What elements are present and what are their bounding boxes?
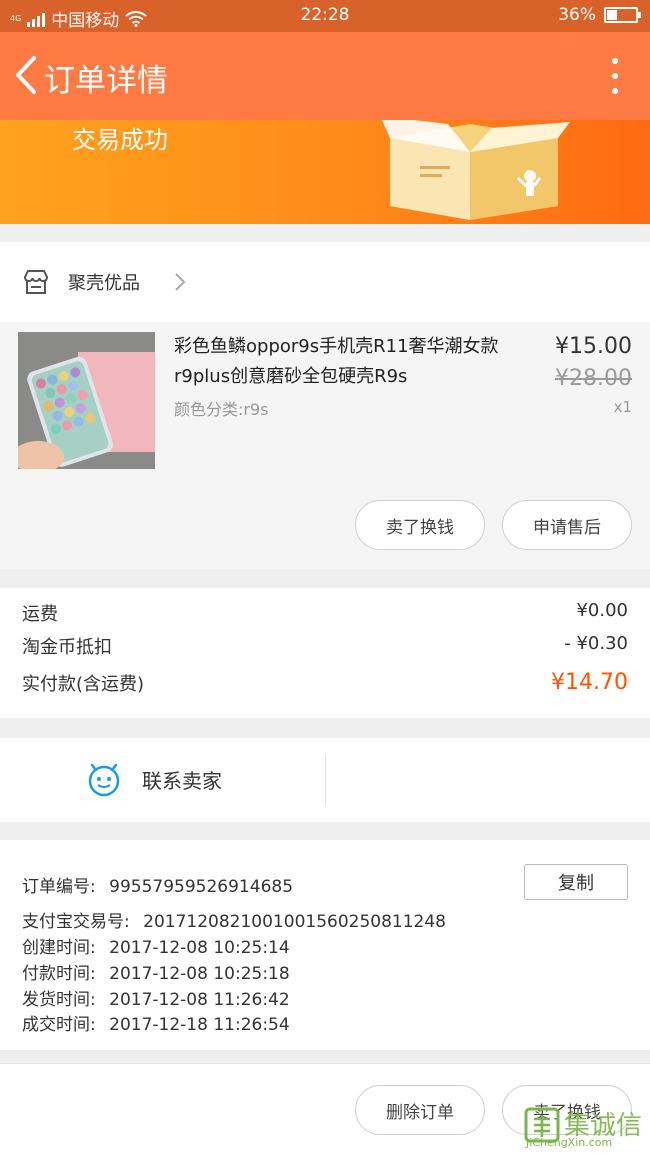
shop-header[interactable]: 聚壳优品	[0, 242, 650, 322]
shipping-fee-row: 运费 ¥0.00	[22, 600, 628, 626]
back-chevron-icon[interactable]	[8, 50, 48, 100]
shipping-fee-value: ¥0.00	[576, 600, 628, 621]
order-item[interactable]: 彩色鱼鳞oppor9s手机壳R11奢华潮女款r9plus创意磨砂全包硬壳R9s …	[0, 322, 650, 569]
alipay-trade-label: 支付宝交易号:	[22, 912, 130, 932]
coin-discount-row: 淘金币抵扣 - ¥0.30	[22, 633, 628, 659]
alipay-trade-value: 2017120821001001560250811248	[143, 912, 446, 932]
order-status-banner: 交易成功	[0, 120, 650, 224]
battery-fill	[607, 10, 618, 20]
total-paid-label: 实付款(含运费)	[22, 674, 145, 695]
site-watermark: 集诚信 JiChengXin.com	[524, 1105, 646, 1149]
contact-seller-button[interactable]: 联系卖家	[142, 765, 222, 794]
total-paid-value: ¥14.70	[551, 670, 628, 695]
coin-discount-value: - ¥0.30	[564, 633, 628, 654]
chat-face-icon[interactable]	[86, 761, 122, 797]
contact-bar: 联系卖家	[0, 738, 650, 822]
payment-summary: 运费 ¥0.00 淘金币抵扣 - ¥0.30 实付款(含运费) ¥14.70	[0, 588, 650, 718]
total-paid-row: 实付款(含运费) ¥14.70	[22, 670, 628, 696]
store-icon	[23, 270, 49, 294]
completed-time-line: 成交时间: 2017-12-18 11:26:54	[22, 1010, 290, 1035]
order-number-value: 99557959526914685	[109, 877, 294, 897]
order-status-text: 交易成功	[72, 126, 168, 154]
shipped-time-value: 2017-12-08 11:26:42	[109, 990, 290, 1010]
status-bar: 4G 中国移动 22:28 36%	[0, 0, 650, 32]
page-title: 订单详情	[44, 63, 168, 99]
shop-name[interactable]: 聚壳优品	[68, 269, 140, 295]
shipped-time-line: 发货时间: 2017-12-08 11:26:42	[22, 985, 290, 1010]
resell-button[interactable]: 卖了换钱	[355, 500, 485, 550]
order-info: 订单编号: 99557959526914685 复制 支付宝交易号: 20171…	[0, 840, 650, 1050]
product-thumbnail[interactable]	[18, 332, 155, 469]
clock: 22:28	[300, 5, 350, 25]
package-box-icon	[381, 120, 570, 220]
shipping-fee-label: 运费	[22, 604, 58, 625]
product-quantity: x1	[613, 398, 632, 416]
created-time-label: 创建时间:	[22, 938, 96, 958]
divider	[325, 756, 326, 804]
created-time-line: 创建时间: 2017-12-08 10:25:14	[22, 933, 290, 958]
product-spec: 颜色分类:r9s	[174, 400, 269, 419]
paid-time-value: 2017-12-08 10:25:18	[109, 964, 290, 984]
created-time-value: 2017-12-08 10:25:14	[109, 938, 290, 958]
battery-percent: 36%	[558, 5, 596, 25]
product-original-price: ¥28.00	[555, 366, 632, 391]
order-number-line: 订单编号: 99557959526914685	[22, 872, 293, 897]
more-vertical-icon[interactable]	[610, 58, 620, 94]
product-price: ¥15.00	[555, 334, 632, 359]
copy-button[interactable]: 复制	[524, 864, 628, 900]
watermark-url: JiChengXin.com	[526, 1136, 613, 1149]
paid-time-line: 付款时间: 2017-12-08 10:25:18	[22, 959, 290, 984]
completed-time-value: 2017-12-18 11:26:54	[109, 1015, 290, 1035]
completed-time-label: 成交时间:	[22, 1015, 96, 1035]
alipay-trade-line: 支付宝交易号: 2017120821001001560250811248	[22, 907, 446, 932]
coin-discount-label: 淘金币抵扣	[22, 637, 112, 658]
delete-order-button[interactable]: 删除订单	[355, 1085, 485, 1135]
status-right: 36%	[558, 5, 641, 25]
battery-icon	[604, 7, 641, 23]
order-number-label: 订单编号:	[22, 877, 96, 897]
shipped-time-label: 发货时间:	[22, 990, 96, 1010]
product-title[interactable]: 彩色鱼鳞oppor9s手机壳R11奢华潮女款r9plus创意磨砂全包硬壳R9s	[174, 332, 544, 392]
app-header: 订单详情	[0, 32, 650, 120]
chevron-right-icon[interactable]	[172, 270, 188, 294]
after-sales-button[interactable]: 申请售后	[502, 500, 632, 550]
paid-time-label: 付款时间:	[22, 964, 96, 984]
